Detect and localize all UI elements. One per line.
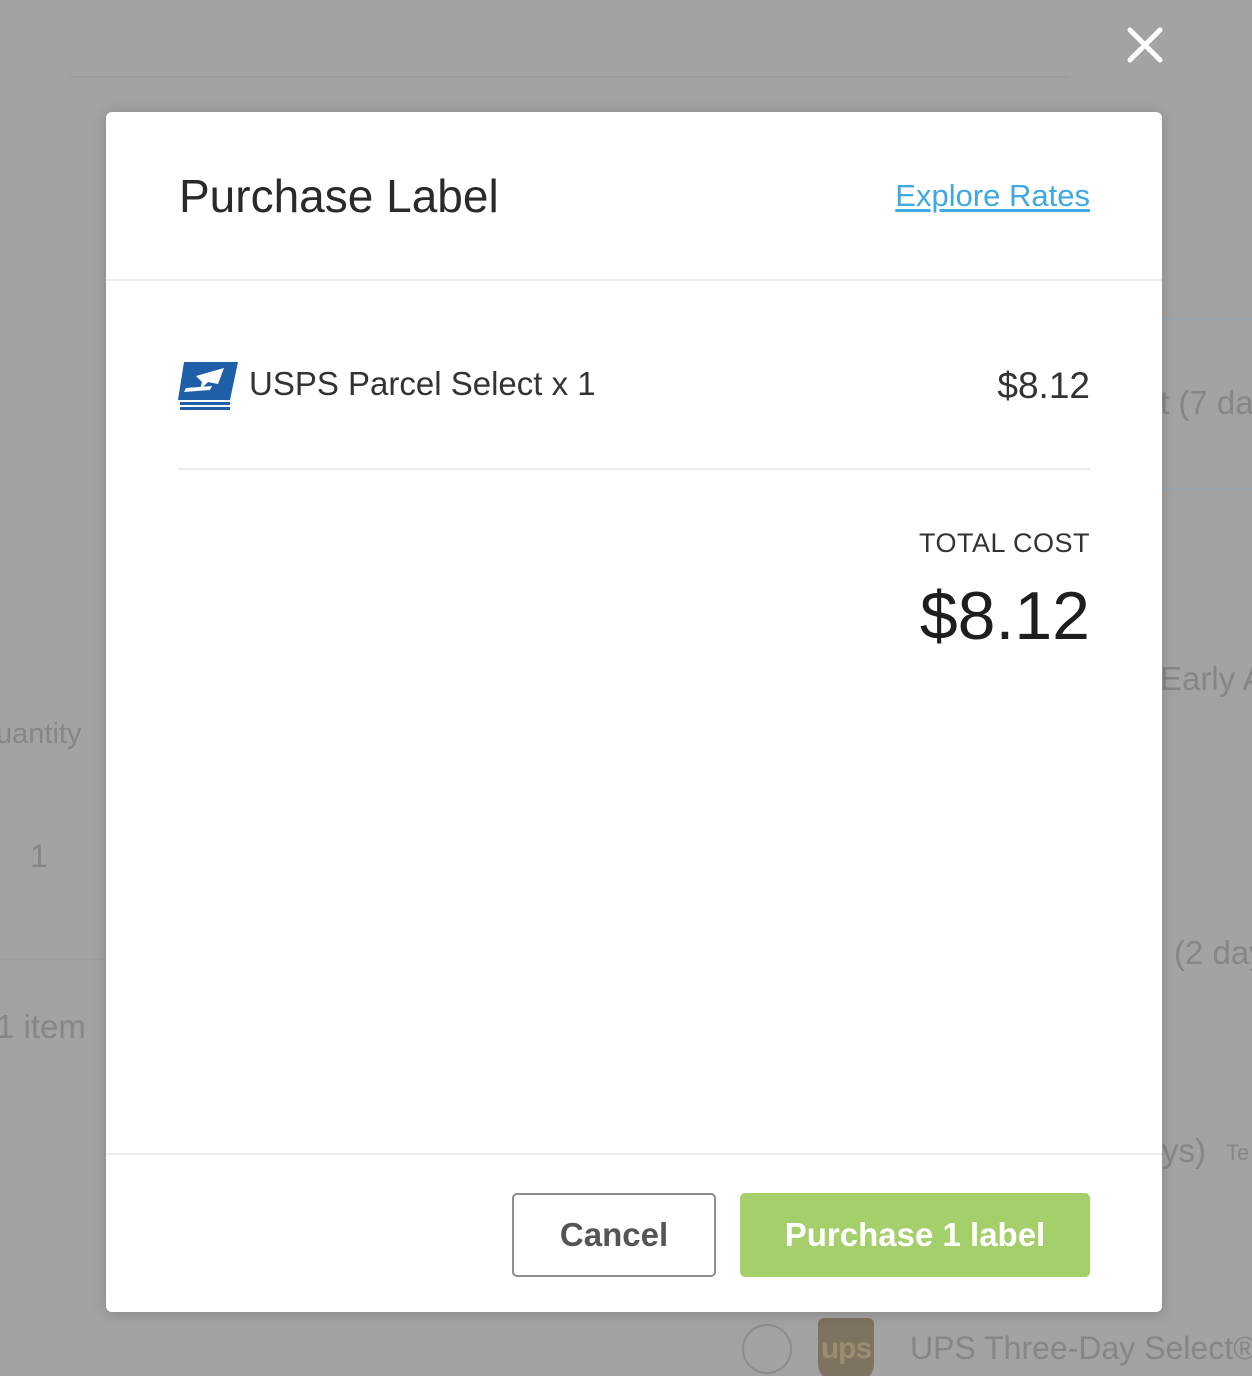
modal-title: Purchase Label <box>179 170 499 222</box>
background-rate-text: Te <box>1226 1140 1250 1165</box>
purchase-label-button[interactable]: Purchase 1 label <box>740 1193 1090 1277</box>
modal-header: Purchase Label Explore Rates <box>106 112 1162 281</box>
cancel-button[interactable]: Cancel <box>512 1193 716 1277</box>
background-divider <box>70 76 1070 78</box>
background-rate-radio[interactable] <box>742 1324 792 1374</box>
modal-footer: Cancel Purchase 1 label <box>106 1153 1162 1312</box>
background-rate-text: ys) <box>1162 1132 1206 1169</box>
ups-logo-icon: ups <box>818 1318 874 1376</box>
service-name: USPS Parcel Select x 1 <box>249 365 596 402</box>
background-rate-text: Early A <box>1160 660 1252 697</box>
background-ups-service: UPS Three-Day Select® <box>910 1330 1252 1366</box>
purchase-label-modal: Purchase Label Explore Rates USPS Parcel… <box>106 112 1162 1312</box>
background-quantity-header: uantity <box>0 718 82 750</box>
line-item-price: $8.12 <box>997 365 1090 406</box>
total-cost-label: TOTAL COST <box>918 528 1090 558</box>
usps-eagle-logo-icon <box>178 360 238 412</box>
close-icon[interactable] <box>1122 22 1168 68</box>
background-quantity-value: 1 <box>30 838 48 874</box>
background-rate-text: (2 day <box>1174 934 1252 971</box>
background-divider <box>0 958 110 960</box>
total-cost-amount: $8.12 <box>919 578 1090 654</box>
background-rate-text: t (7 da <box>1160 384 1252 421</box>
label-line-item: USPS Parcel Select x 1 $8.12 <box>178 352 1090 470</box>
explore-rates-link[interactable]: Explore Rates <box>895 178 1090 214</box>
background-item-count: 1 item <box>0 1008 86 1045</box>
